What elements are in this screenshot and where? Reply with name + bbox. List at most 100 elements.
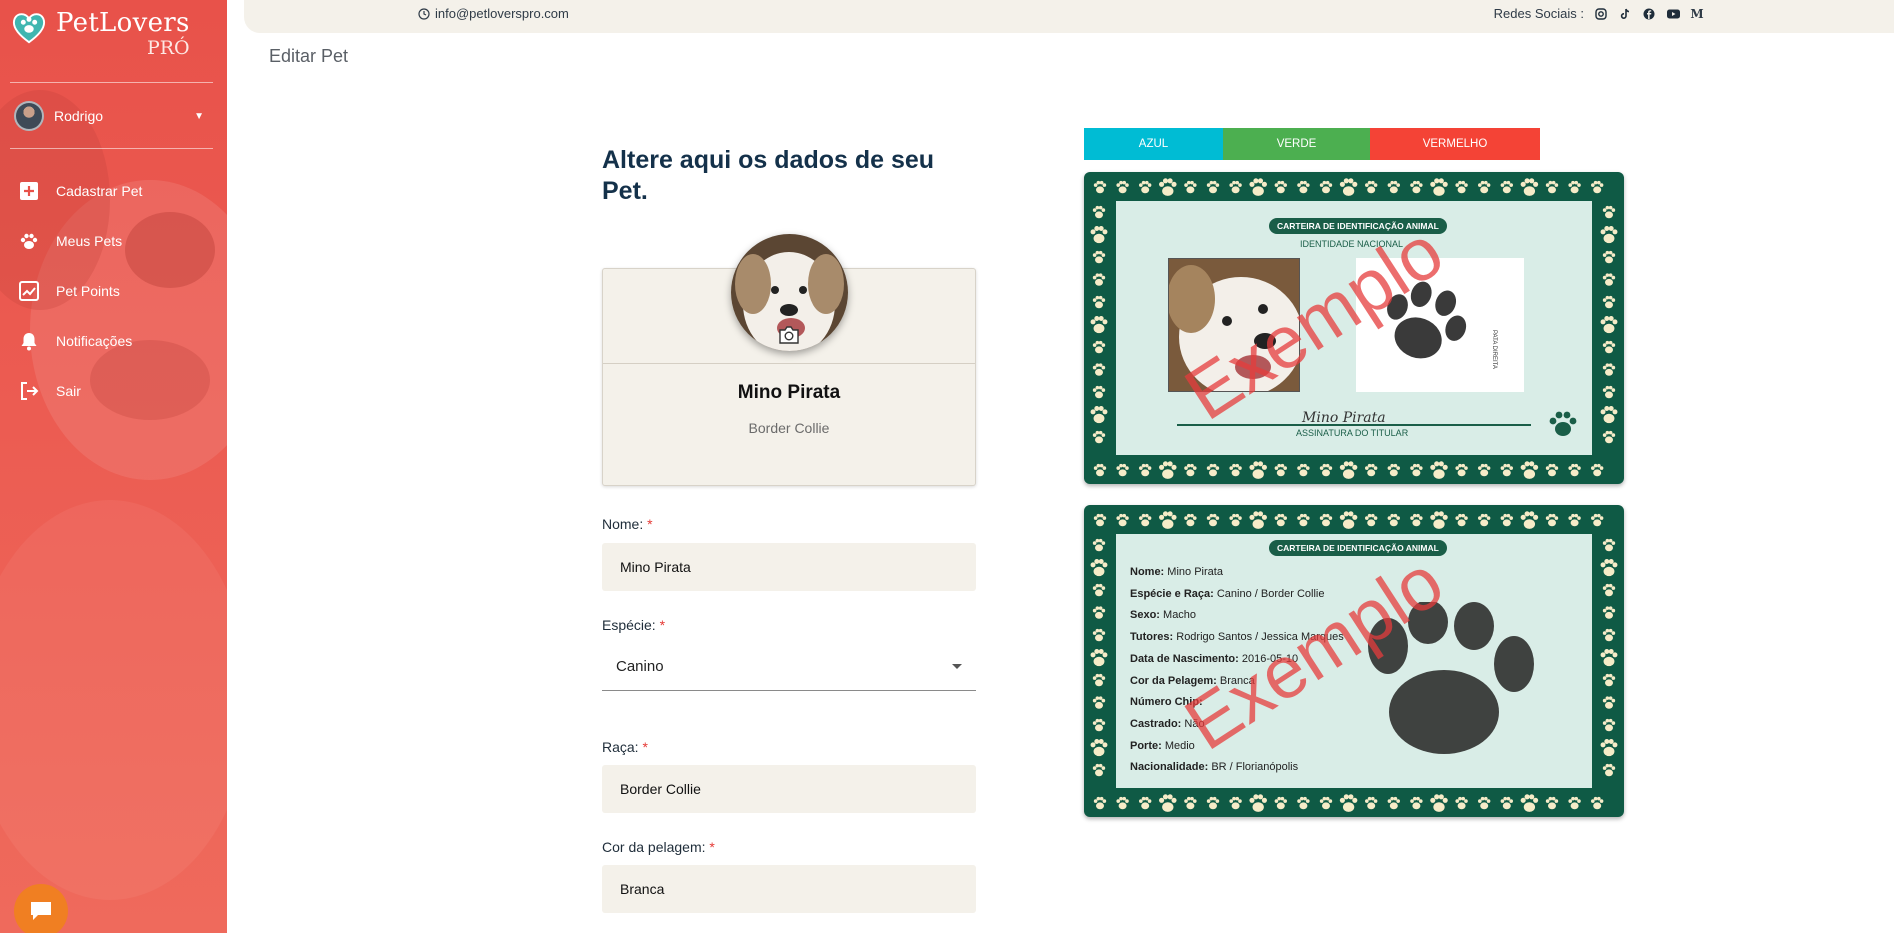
info-row: Data de Nascimento: 2016-05-10 [1130, 649, 1344, 671]
info-row: Castrado: Não [1130, 714, 1344, 736]
info-value: Canino / Border Collie [1216, 587, 1325, 600]
instagram-icon[interactable] [1594, 7, 1608, 21]
color-button-vermelho[interactable]: VERMELHO [1370, 128, 1540, 160]
info-value: Não [1184, 717, 1205, 730]
info-value: Mino Pirata [1167, 566, 1223, 578]
sidebar-item-notificacoes[interactable]: Notificações [0, 316, 227, 366]
especie-label: Espécie: * [602, 617, 665, 633]
dog-photo-image [1169, 259, 1299, 391]
info-row: Nome: Mino Pirata [1130, 562, 1344, 584]
required-mark: * [647, 516, 653, 532]
info-label: Cor da Pelagem: [1130, 674, 1217, 687]
user-menu[interactable]: Rodrigo ▼ [14, 100, 204, 132]
dropdown-arrow-icon [952, 664, 962, 669]
especie-selected-value: Canino [616, 658, 664, 675]
info-label: Porte: [1130, 739, 1162, 752]
info-value: Macho [1163, 609, 1197, 622]
especie-select[interactable]: Canino [602, 643, 976, 691]
info-row: Sexo: Macho [1130, 605, 1344, 627]
dog-background-image [0, 90, 227, 900]
youtube-icon[interactable] [1666, 7, 1680, 21]
especie-label-text: Espécie: [602, 617, 656, 633]
info-label: Número Chip: [1130, 696, 1203, 709]
info-row: Número Chip: [1130, 692, 1344, 714]
card-divider [603, 363, 975, 364]
sidebar-item-meus-pets[interactable]: Meus Pets [0, 216, 227, 266]
signature-line [1177, 424, 1531, 426]
info-label: Nome: [1130, 566, 1165, 578]
sidebar-item-pet-points[interactable]: Pet Points [0, 266, 227, 316]
sidebar-item-label: Cadastrar Pet [56, 183, 143, 199]
medium-icon[interactable]: M [1690, 7, 1704, 21]
paw-heart-logo-icon [12, 13, 46, 44]
paw-icon [20, 233, 38, 249]
color-button-verde[interactable]: VERDE [1223, 128, 1370, 160]
cor-label-text: Cor da pelagem: [602, 839, 706, 855]
color-button-azul[interactable]: AZUL [1084, 128, 1223, 160]
brand-suffix: PRÓ [146, 37, 190, 59]
sidebar: PetLovers PRÓ Rodrigo ▼ Cadastrar Pet Me… [0, 0, 227, 933]
info-row: Porte: Medio [1130, 736, 1344, 758]
large-pawprint-icon [1368, 602, 1534, 754]
info-value: Rodrigo Santos / Jessica Marques [1176, 631, 1344, 644]
signature-caption: ASSINATURA DO TITULAR [1296, 428, 1409, 438]
user-name: Rodrigo [54, 108, 104, 124]
nome-input[interactable] [602, 543, 976, 591]
nome-label: Nome: * [602, 516, 653, 532]
raca-input[interactable] [602, 765, 976, 813]
info-value: Medio [1164, 739, 1195, 752]
sidebar-item-label: Sair [56, 383, 81, 399]
info-row: Espécie e Raça: Canino / Border Collie [1130, 584, 1344, 606]
form-heading: Altere aqui os dados de seu Pet. [602, 146, 935, 205]
info-row: Tutores: Rodrigo Santos / Jessica Marque… [1130, 627, 1344, 649]
sidebar-item-label: Pet Points [56, 283, 120, 299]
pet-info-list: Nome: Mino Pirata Espécie e Raça: Canino… [1130, 562, 1344, 779]
sidebar-item-cadastrar-pet[interactable]: Cadastrar Pet [0, 166, 227, 216]
caret-down-icon: ▼ [194, 110, 204, 122]
pawprint-box [1356, 258, 1524, 392]
change-photo-button[interactable] [775, 323, 803, 347]
nome-label-text: Nome: [602, 516, 644, 532]
info-row: Cor da Pelagem: Branca [1130, 671, 1344, 693]
logout-icon [21, 382, 39, 400]
card-color-selector: AZUL VERDE VERMELHO [1084, 128, 1540, 160]
sidebar-item-label: Meus Pets [56, 233, 123, 249]
tiktok-icon[interactable] [1618, 7, 1632, 21]
info-row: Nacionalidade: BR / Florianópolis [1130, 757, 1344, 779]
pet-name: Mino Pirata [737, 382, 841, 403]
required-mark: * [709, 839, 715, 855]
paw-stamp-icon [1549, 411, 1577, 436]
plus-square-icon [20, 182, 38, 200]
sidebar-divider [10, 148, 213, 149]
info-label: Castrado: [1130, 717, 1182, 730]
sidebar-nav: Cadastrar Pet Meus Pets Pet Points Notif… [0, 166, 227, 416]
info-value: Branca [1219, 674, 1255, 687]
top-bar: info@petloverspro.com Redes Sociais : M [244, 0, 1894, 33]
chart-icon [19, 281, 39, 301]
id-card-pet-photo [1168, 258, 1300, 392]
pet-breed: Border Collie [748, 420, 830, 436]
info-label: Nacionalidade: [1130, 761, 1209, 774]
info-value: 2016-05-10 [1241, 652, 1299, 665]
brand-logo[interactable]: PetLovers PRÓ [10, 8, 190, 58]
info-value: BR / Florianópolis [1211, 761, 1299, 774]
chat-button[interactable] [14, 884, 68, 933]
facebook-icon[interactable] [1642, 7, 1656, 21]
info-label: Tutores: [1130, 631, 1174, 644]
cor-input[interactable] [602, 865, 976, 913]
page-title: Editar Pet [269, 46, 349, 66]
info-label: Espécie e Raça: [1130, 587, 1214, 600]
sidebar-item-sair[interactable]: Sair [0, 366, 227, 416]
sidebar-item-label: Notificações [56, 333, 133, 349]
chat-icon [31, 902, 51, 920]
pawprint-label: PATA DIREITA [1491, 330, 1497, 369]
bell-icon [21, 333, 37, 351]
social-label: Redes Sociais : [1493, 6, 1584, 21]
sidebar-divider [10, 82, 213, 83]
info-label: Sexo: [1130, 609, 1160, 622]
raca-label: Raça: * [602, 739, 648, 755]
info-label: Data de Nascimento: [1130, 652, 1239, 665]
contact-email[interactable]: info@petloverspro.com [418, 6, 569, 21]
required-mark: * [642, 739, 648, 755]
brand-name: PetLovers [56, 8, 190, 38]
